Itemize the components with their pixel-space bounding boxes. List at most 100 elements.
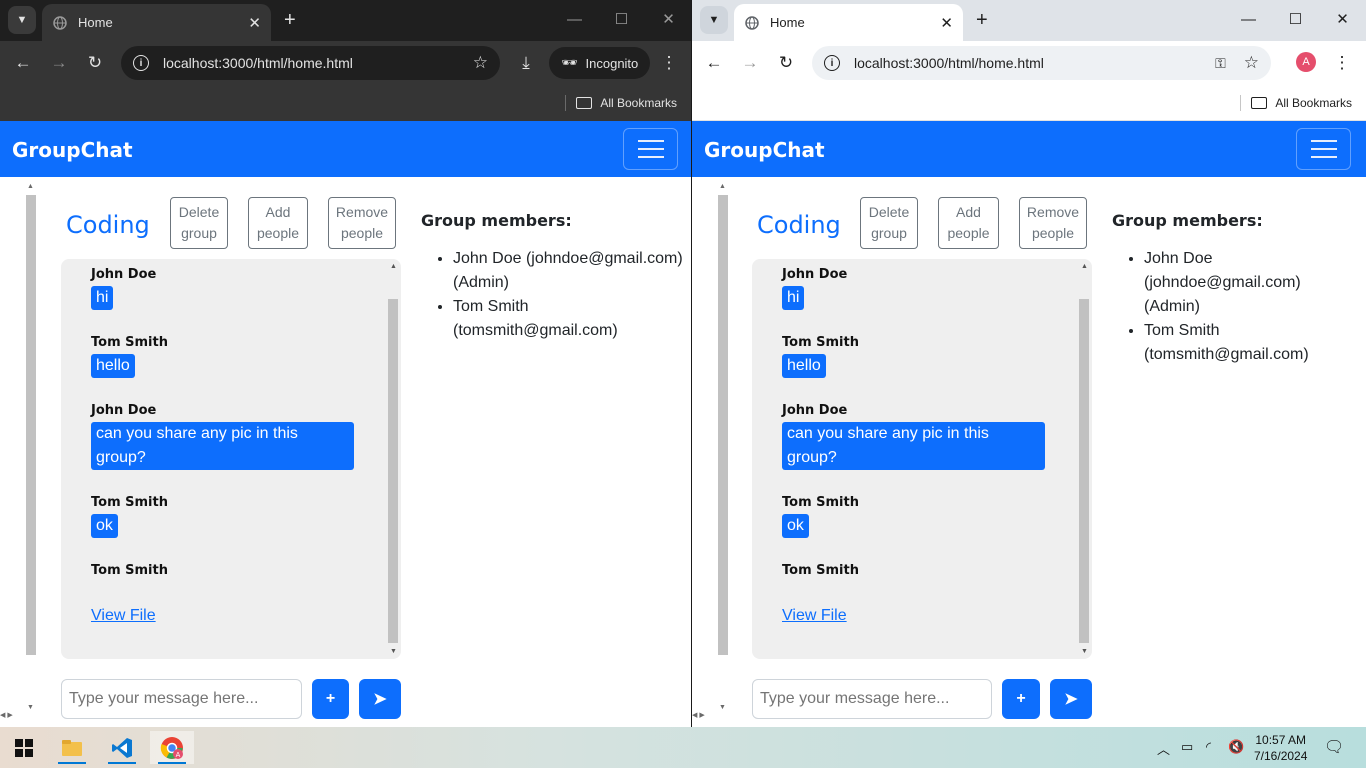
all-bookmarks-link[interactable]: All Bookmarks <box>600 96 677 110</box>
attach-button[interactable]: + <box>312 679 349 719</box>
send-button[interactable]: ➤ <box>359 679 401 719</box>
file-explorer-icon[interactable] <box>50 731 94 764</box>
navbar-toggler-button[interactable] <box>1296 128 1351 170</box>
menu-icon[interactable]: ⋮ <box>657 51 681 75</box>
tab-title: Home <box>770 15 805 30</box>
message-bubble: hello <box>782 354 826 378</box>
close-tab-icon[interactable]: ✕ <box>248 14 261 32</box>
navbar-toggler-button[interactable] <box>623 128 678 170</box>
horizontal-scrollbar[interactable]: ◀ ▶ <box>0 711 28 727</box>
reload-icon[interactable]: ↻ <box>774 51 798 75</box>
address-bar[interactable]: i localhost:3000/html/home.html ⚿ ☆ <box>812 46 1271 80</box>
bookmarks-bar: All Bookmarks <box>692 85 1366 121</box>
message-bubble: can you share any pic in this group? <box>782 422 1045 470</box>
browser-tab[interactable]: Home ✕ <box>42 4 271 41</box>
password-key-icon[interactable]: ⚿ <box>1215 55 1226 72</box>
message-item: John Doe can you share any pic in this g… <box>91 403 354 470</box>
brand-logo[interactable]: GroupChat <box>704 138 825 162</box>
back-icon[interactable]: ← <box>702 51 726 75</box>
windows-logo-icon <box>15 738 33 757</box>
group-title: Coding <box>757 211 841 239</box>
message-input[interactable] <box>752 679 992 719</box>
message-bubble: can you share any pic in this group? <box>91 422 354 470</box>
message-sender: John Doe <box>91 267 157 282</box>
member-item: John Doe (johndoe@gmail.com) (Admin) <box>1144 247 1337 319</box>
minimize-icon[interactable]: — <box>1225 8 1272 32</box>
menu-icon[interactable]: ⋮ <box>1330 51 1354 75</box>
address-bar[interactable]: i localhost:3000/html/home.html ☆ <box>121 46 500 80</box>
close-tab-icon[interactable]: ✕ <box>940 14 953 32</box>
maximize-icon[interactable]: ☐ <box>1272 8 1319 32</box>
close-window-icon[interactable]: ✕ <box>645 8 691 32</box>
globe-icon <box>52 15 68 31</box>
message-item: Tom Smith <box>782 563 859 578</box>
chat-scrollbar[interactable]: ▲ ▼ <box>387 263 399 655</box>
chrome-icon[interactable]: A <box>150 731 194 764</box>
tab-search-icon[interactable]: ▼ <box>8 6 36 34</box>
brand-logo[interactable]: GroupChat <box>12 138 133 162</box>
message-bubble: ok <box>91 514 118 538</box>
send-button[interactable]: ➤ <box>1050 679 1092 719</box>
add-people-button[interactable]: Add people <box>248 197 308 249</box>
taskbar-clock[interactable]: 10:57 AM 7/16/2024 <box>1254 732 1307 764</box>
minimize-icon[interactable]: — <box>551 8 598 32</box>
download-icon[interactable]: ⤓ <box>514 51 538 75</box>
message-sender: Tom Smith <box>782 335 859 350</box>
group-title: Coding <box>66 211 150 239</box>
show-hidden-icons-icon[interactable]: ︿ <box>1157 739 1170 758</box>
close-window-icon[interactable]: ✕ <box>1319 8 1366 32</box>
incognito-icon: 🕶 <box>561 55 578 70</box>
message-item: Tom Smith <box>91 563 168 578</box>
add-people-button[interactable]: Add people <box>938 197 999 249</box>
bookmark-star-icon[interactable]: ☆ <box>473 53 488 73</box>
maximize-icon[interactable]: ☐ <box>598 8 645 32</box>
delete-group-button[interactable]: Delete group <box>170 197 228 249</box>
browser-tab[interactable]: Home ✕ <box>734 4 963 41</box>
browser-window-incognito: ▼ Home ✕ + — ☐ ✕ ← → ↻ i localhost:3000/… <box>0 0 691 727</box>
horizontal-scrollbar[interactable]: ◀ ▶ <box>692 711 720 727</box>
message-sender: Tom Smith <box>91 563 168 578</box>
message-item: Tom Smith ok <box>782 495 859 538</box>
bookmarks-bar: All Bookmarks <box>0 85 691 121</box>
message-sender: John Doe <box>91 403 157 418</box>
new-tab-icon[interactable]: + <box>976 8 988 32</box>
tab-search-icon[interactable]: ▼ <box>700 6 728 34</box>
remove-people-button[interactable]: Remove people <box>1019 197 1087 249</box>
message-item: Tom Smith hello <box>91 335 168 378</box>
page-scrollbar[interactable]: ▲ ▼ <box>24 181 38 711</box>
message-sender: John Doe <box>782 403 848 418</box>
site-info-icon[interactable]: i <box>824 55 840 71</box>
incognito-badge[interactable]: 🕶 Incognito <box>549 47 651 79</box>
bookmark-star-icon[interactable]: ☆ <box>1244 53 1259 73</box>
site-info-icon[interactable]: i <box>133 55 149 71</box>
battery-icon[interactable]: ▭ <box>1181 739 1193 755</box>
view-file-link[interactable]: View File <box>91 607 156 625</box>
new-tab-icon[interactable]: + <box>284 8 296 32</box>
url-text: localhost:3000/html/home.html <box>854 55 1044 71</box>
remove-people-button[interactable]: Remove people <box>328 197 396 249</box>
message-input[interactable] <box>61 679 302 719</box>
profile-avatar[interactable]: A <box>1296 52 1316 72</box>
delete-group-button[interactable]: Delete group <box>860 197 918 249</box>
view-file-link[interactable]: View File <box>782 607 847 625</box>
vscode-icon[interactable] <box>100 731 144 764</box>
all-bookmarks-link[interactable]: All Bookmarks <box>1275 96 1352 110</box>
page-scrollbar[interactable]: ▲ ▼ <box>716 181 730 711</box>
clock-time: 10:57 AM <box>1255 733 1307 747</box>
message-bubble: ok <box>782 514 809 538</box>
back-icon[interactable]: ← <box>11 51 35 75</box>
forward-icon[interactable]: → <box>47 51 71 75</box>
message-item: Tom Smith hello <box>782 335 859 378</box>
svg-text:A: A <box>176 752 181 759</box>
chat-scrollbar[interactable]: ▲ ▼ <box>1078 263 1090 655</box>
volume-muted-icon[interactable]: 🔇 <box>1228 739 1244 755</box>
network-icon[interactable]: ◜ <box>1206 739 1211 755</box>
forward-icon[interactable]: → <box>738 51 762 75</box>
notifications-icon[interactable]: 🗨 <box>1324 737 1344 757</box>
message-item: John Doe hi <box>91 267 156 310</box>
page-content: ▲ ▼ ◀ ▶ Coding Delete group Add people R… <box>0 177 691 727</box>
reload-icon[interactable]: ↻ <box>83 51 107 75</box>
start-button[interactable] <box>2 731 46 764</box>
tab-strip: ▼ Home ✕ + — ☐ ✕ <box>692 0 1366 41</box>
attach-button[interactable]: + <box>1002 679 1040 719</box>
